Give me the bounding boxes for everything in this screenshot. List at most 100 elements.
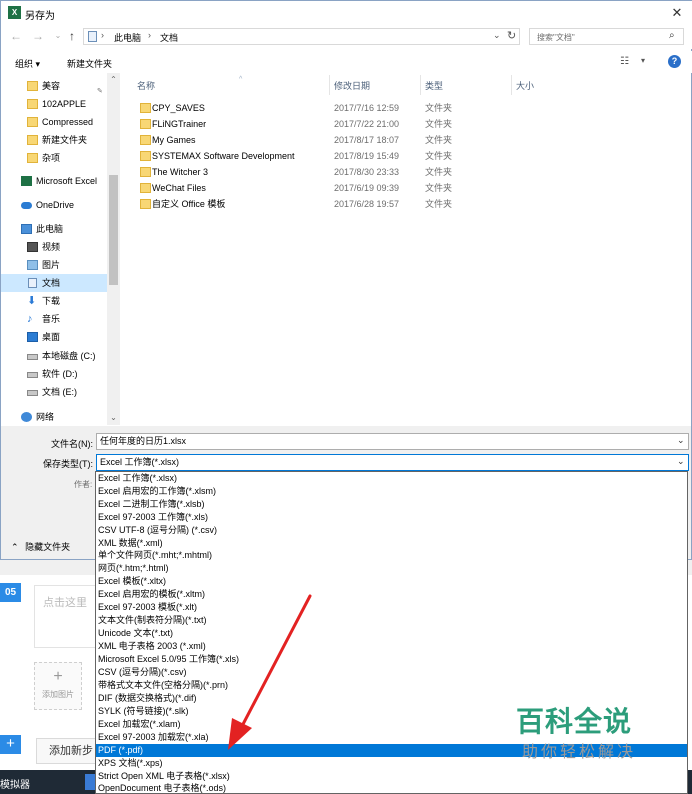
filetype-option[interactable]: 单个文件网页(*.mht;*.mhtml) — [96, 549, 687, 562]
column-divider[interactable] — [511, 75, 512, 95]
scrollbar-thumb[interactable] — [109, 175, 118, 285]
column-divider[interactable] — [420, 75, 421, 95]
nav-item-music[interactable]: ♪ 音乐 — [1, 310, 107, 328]
filetype-option[interactable]: CSV UTF-8 (逗号分隔) (*.csv) — [96, 524, 687, 537]
file-row[interactable]: WeChat Files 2017/6/19 09:39 文件夹 — [137, 180, 677, 196]
breadcrumb-this-pc[interactable]: 此电脑 — [114, 31, 141, 44]
filetype-option[interactable]: Excel 启用宏的工作簿(*.xlsm) — [96, 485, 687, 498]
add-image-button[interactable]: + 添加图片 — [34, 662, 82, 710]
refresh-icon[interactable]: ↻ — [507, 29, 516, 42]
add-step-button[interactable]: 添加新步 — [36, 738, 98, 764]
recent-dropdown-icon[interactable]: ⌄ — [51, 29, 65, 43]
column-header-date[interactable]: 修改日期 — [334, 79, 370, 92]
nav-item-new-folder[interactable]: 新建文件夹 — [1, 131, 107, 149]
nav-pane-scrollbar[interactable]: ⌃ ⌄ — [107, 73, 120, 425]
taskbar-app-icon[interactable] — [85, 774, 95, 790]
filetype-option[interactable]: Excel 启用宏的模板(*.xltm) — [96, 588, 687, 601]
close-icon[interactable]: ✕ — [665, 3, 689, 23]
nav-item-microsoft-excel[interactable]: Microsoft Excel — [1, 172, 107, 190]
chevron-down-icon[interactable]: ▾ — [641, 56, 645, 65]
column-header-name[interactable]: 名称 ^ — [137, 76, 242, 92]
filetype-option[interactable]: CSV (逗号分隔)(*.csv) — [96, 666, 687, 679]
up-arrow-icon[interactable]: ↑ — [65, 29, 79, 43]
nav-item-drive-d[interactable]: 软件 (D:) — [1, 365, 107, 383]
nav-item-drive-c[interactable]: 本地磁盘 (C:) — [1, 347, 107, 365]
column-header-type[interactable]: 类型 — [425, 79, 443, 92]
nav-item-videos[interactable]: 视频 — [1, 238, 107, 256]
filetype-option[interactable]: 文本文件(制表符分隔)(*.txt) — [96, 614, 687, 627]
nav-item-label: Microsoft Excel — [36, 176, 98, 186]
filetype-option[interactable]: Excel 模板(*.xltx) — [96, 575, 687, 588]
nav-item-compressed[interactable]: Compressed — [1, 113, 107, 131]
search-icon[interactable]: ⌕ — [669, 30, 675, 41]
chevron-down-icon[interactable]: ⌄ — [493, 30, 501, 41]
nav-item-102apple[interactable]: 102APPLE — [1, 95, 107, 113]
add-step-plus-button[interactable]: + — [0, 735, 21, 754]
file-row[interactable]: CPY_SAVES 2017/7/16 12:59 文件夹 — [137, 100, 677, 116]
file-row[interactable]: SYSTEMAX Software Development 2017/8/19 … — [137, 148, 677, 164]
filetype-option[interactable]: Excel 工作簿(*.xlsx) — [96, 472, 687, 485]
nav-item-label: 桌面 — [42, 332, 61, 342]
onedrive-icon — [21, 202, 32, 209]
nav-item-label: 视频 — [42, 242, 61, 252]
chevron-down-icon[interactable]: ⌄ — [677, 456, 685, 467]
forward-arrow-icon[interactable]: → — [31, 29, 45, 43]
nav-item-desktop[interactable]: 桌面 — [1, 328, 107, 346]
filetype-option[interactable]: Microsoft Excel 5.0/95 工作簿(*.xls) — [96, 653, 687, 666]
filetype-select[interactable]: Excel 工作簿(*.xlsx) — [96, 454, 689, 471]
help-icon[interactable]: ? — [668, 55, 681, 68]
folder-icon — [27, 153, 38, 163]
organize-button[interactable]: 组织 ▾ — [15, 57, 40, 70]
filetype-option[interactable]: Excel 97-2003 模板(*.xlt) — [96, 601, 687, 614]
file-date: 2017/6/19 09:39 — [334, 183, 400, 193]
folder-icon — [140, 119, 151, 129]
desktop-icon — [27, 332, 38, 342]
folder-icon — [140, 151, 151, 161]
filename-input[interactable]: 任何年度的日历1.xlsx — [96, 433, 689, 450]
chevron-right-icon[interactable]: › — [101, 30, 104, 40]
breadcrumb-documents[interactable]: 文档 — [160, 31, 178, 44]
author-label: 作者: — [74, 480, 93, 489]
navigation-pane: 美容 ✎ 102APPLE Compressed 新建文件夹 杂项 Micros… — [1, 73, 120, 425]
address-bar[interactable]: › 此电脑 › 文档 ⌄ ↻ — [83, 28, 520, 45]
taskbar-app-label[interactable]: 模拟器 — [0, 776, 30, 791]
new-folder-button[interactable]: 新建文件夹 — [67, 57, 112, 70]
step-description-textarea[interactable]: 点击这里 — [34, 585, 104, 648]
chevron-down-icon[interactable]: ⌄ — [107, 413, 120, 422]
nav-item-pictures[interactable]: 图片 — [1, 256, 107, 274]
search-input[interactable]: 搜索"文档" ⌕ — [529, 28, 684, 45]
filetype-option[interactable]: XML 电子表格 2003 (*.xml) — [96, 640, 687, 653]
view-options-icon[interactable]: ☷ — [620, 56, 629, 67]
filetype-option[interactable]: 带格式文本文件(空格分隔)(*.prn) — [96, 679, 687, 692]
filetype-option[interactable]: OpenDocument 电子表格(*.ods) — [96, 782, 687, 793]
back-arrow-icon[interactable]: ← — [9, 29, 23, 43]
filetype-option[interactable]: 网页(*.htm;*.html) — [96, 562, 687, 575]
chevron-down-icon[interactable]: ⌄ — [677, 435, 685, 446]
filetype-option[interactable]: Excel 二进制工作簿(*.xlsb) — [96, 498, 687, 511]
nav-item-misc[interactable]: 杂项 — [1, 149, 107, 167]
chevron-up-icon: ⌃ — [11, 542, 19, 552]
chevron-right-icon[interactable]: › — [148, 30, 151, 40]
nav-item-label: 杂项 — [42, 153, 61, 163]
file-row[interactable]: FLiNGTrainer 2017/7/22 21:00 文件夹 — [137, 116, 677, 132]
filetype-option[interactable]: Unicode 文本(*.txt) — [96, 627, 687, 640]
column-header-size[interactable]: 大小 — [516, 79, 534, 92]
file-row[interactable]: 自定义 Office 模板 2017/6/28 19:57 文件夹 — [137, 196, 677, 212]
nav-item-label: 美容 — [42, 81, 61, 91]
add-image-label: 添加图片 — [42, 690, 74, 699]
nav-item-drive-e[interactable]: 文档 (E:) — [1, 383, 107, 401]
nav-item-documents[interactable]: 文档 — [1, 274, 107, 292]
nav-item-this-pc[interactable]: 此电脑 — [1, 220, 107, 238]
nav-item-meirong[interactable]: 美容 ✎ — [1, 77, 107, 95]
folder-icon — [140, 183, 151, 193]
hide-folders-button[interactable]: ⌃ 隐藏文件夹 — [11, 540, 70, 553]
nav-item-network[interactable]: 网络 — [1, 408, 107, 426]
file-row[interactable]: The Witcher 3 2017/8/30 23:33 文件夹 — [137, 164, 677, 180]
nav-item-downloads[interactable]: ⬇ 下载 — [1, 292, 107, 310]
network-icon — [21, 412, 32, 422]
column-divider[interactable] — [329, 75, 330, 95]
file-row[interactable]: My Games 2017/8/17 18:07 文件夹 — [137, 132, 677, 148]
chevron-up-icon[interactable]: ⌃ — [107, 75, 120, 84]
filetype-option[interactable]: Excel 97-2003 工作簿(*.xls) — [96, 511, 687, 524]
nav-item-onedrive[interactable]: OneDrive — [1, 196, 107, 214]
